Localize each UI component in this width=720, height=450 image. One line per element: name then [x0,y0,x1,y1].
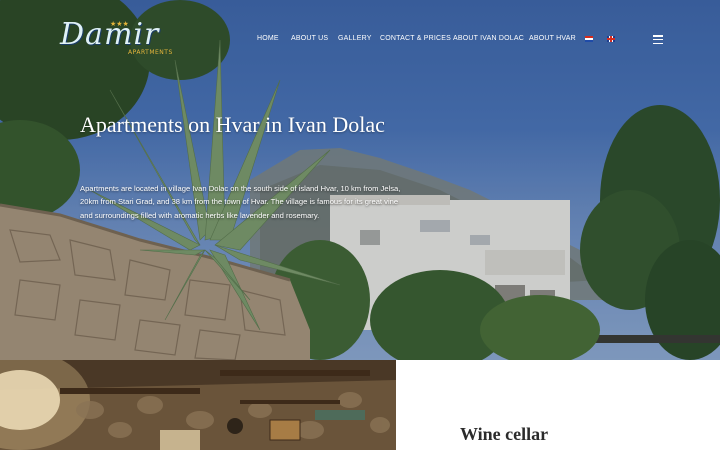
nav-item-about-ivan-dolac[interactable]: ABOUT IVAN DOLAC [453,35,524,42]
english-flag-icon[interactable] [607,36,615,42]
wine-cellar-image [0,360,396,450]
hero-banner: ★★★ Damir APARTMENTS HOME ABOUT US GALLE… [0,0,720,360]
section-title: Wine cellar [460,424,549,444]
nav-item-home[interactable]: HOME [257,35,279,42]
nav-item-contact-prices[interactable]: CONTACT & PRICES [380,35,451,42]
nav-item-about-us[interactable]: ABOUT US [291,35,328,42]
croatian-flag-icon[interactable] [585,36,593,42]
nav-item-gallery[interactable]: GALLERY [338,35,372,42]
hero-description: Apartments are located in village Ivan D… [80,184,401,220]
hamburger-menu-icon[interactable] [653,35,663,45]
logo-subtitle: APARTMENTS [128,49,173,56]
nav-item-about-hvar[interactable]: ABOUT HVAR [529,35,576,42]
hero-title: Apartments on Hvar in Ivan Dolac [80,112,385,137]
wine-cellar-photo [0,360,396,450]
